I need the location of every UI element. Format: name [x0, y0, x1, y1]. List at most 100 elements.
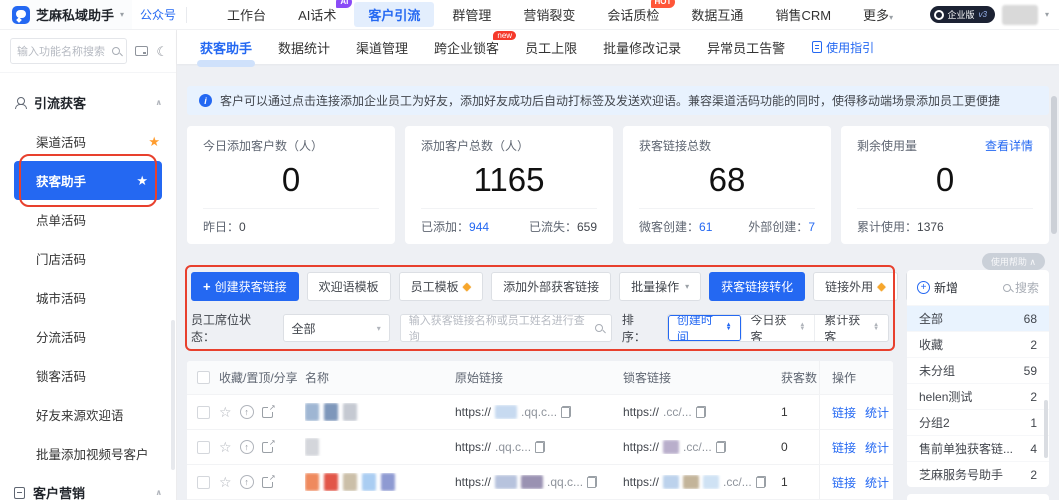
- sidebar-item-城市活码[interactable]: 城市活码: [0, 278, 176, 317]
- group-item-helen测试[interactable]: helen测试2: [907, 383, 1049, 409]
- nav-item-更多[interactable]: 更多▾: [849, 2, 907, 27]
- copy-icon[interactable]: [756, 476, 766, 488]
- action-统计[interactable]: 统计: [865, 474, 889, 491]
- top-header: 芝麻私域助手 ▾ 公众号 工作台AI话术AI客户引流群管理营销裂变会话质检HOT…: [0, 0, 1059, 30]
- tab-渠道管理[interactable]: 渠道管理: [343, 30, 421, 64]
- action-链接[interactable]: 链接: [832, 404, 856, 421]
- moon-icon[interactable]: ☾: [156, 45, 168, 58]
- action-链接[interactable]: 链接: [832, 474, 856, 491]
- 欢迎语模板-button[interactable]: 欢迎语模板: [307, 272, 391, 301]
- 添加外部获客链接-button[interactable]: 添加外部获客链接: [491, 272, 611, 301]
- pin-top-icon[interactable]: ↑: [240, 475, 254, 489]
- copy-icon[interactable]: [535, 441, 545, 453]
- sidebar-item-分流活码[interactable]: 分流活码: [0, 317, 176, 356]
- sidebar-item-批量添加视频号客户[interactable]: 批量添加视频号客户: [0, 434, 176, 473]
- share-icon[interactable]: [262, 407, 273, 418]
- sidebar-section-客户营销[interactable]: 客户营销∧: [0, 473, 176, 500]
- sidebar-item-门店活码[interactable]: 门店活码: [0, 239, 176, 278]
- tab-跨企业锁客[interactable]: 跨企业锁客new: [421, 30, 512, 64]
- sort-今日获客[interactable]: 今日获客▲▼: [742, 315, 816, 341]
- sidebar-scrollbar[interactable]: [171, 320, 175, 470]
- nav-item-客户引流[interactable]: 客户引流: [354, 2, 434, 27]
- sort-创建时间[interactable]: 创建时间▲▼: [668, 315, 742, 341]
- page-scrollbar[interactable]: [1051, 96, 1057, 234]
- group-item-售前单独获客链...[interactable]: 售前单独获客链...4: [907, 435, 1049, 461]
- nav-item-会话质检[interactable]: 会话质检HOT: [593, 2, 673, 27]
- sidebar-item-label: 批量添加视频号客户: [36, 444, 149, 463]
- sidebar-item-获客助手[interactable]: 获客助手★: [14, 161, 162, 200]
- 创建获客链接-button[interactable]: +创建获客链接: [191, 272, 299, 301]
- sidebar-section-引流获客[interactable]: 引流获客∧: [0, 83, 176, 122]
- tab-异常员工告警[interactable]: 异常员工告警: [694, 30, 798, 64]
- pin-top-icon[interactable]: ↑: [240, 405, 254, 419]
- group-item-全部[interactable]: 全部68: [907, 305, 1049, 331]
- user-avatar[interactable]: [1002, 5, 1038, 25]
- add-group-button[interactable]: + 新增: [917, 279, 958, 296]
- sidebar-item-渠道活码[interactable]: 渠道活码★: [0, 122, 176, 161]
- tab-获客助手[interactable]: 获客助手: [187, 30, 265, 64]
- nav-item-营销裂变[interactable]: 营销裂变: [509, 2, 589, 27]
- usage-guide-link[interactable]: 使用指引: [812, 39, 874, 56]
- links-table: 收藏/置顶/分享名称原始链接锁客链接获客数操作☆↑https://.qq.c..…: [187, 361, 893, 500]
- brand[interactable]: 芝麻私域助手 ▾: [10, 0, 132, 29]
- action-链接[interactable]: 链接: [832, 439, 856, 456]
- 获客链接转化-button[interactable]: 获客链接转化: [709, 272, 805, 301]
- share-icon[interactable]: [262, 477, 273, 488]
- nav-item-销售CRM[interactable]: 销售CRM: [761, 2, 845, 27]
- action-统计[interactable]: 统计: [865, 439, 889, 456]
- 批量操作-button[interactable]: 批量操作▾: [619, 272, 701, 301]
- share-icon[interactable]: [262, 442, 273, 453]
- nav-item-数据互通[interactable]: 数据互通: [677, 2, 757, 27]
- account-type-tag[interactable]: 公众号: [140, 6, 176, 23]
- 链接外用-button[interactable]: 链接外用◆: [813, 272, 897, 301]
- checkbox[interactable]: [197, 406, 210, 419]
- sort-累计获客[interactable]: 累计获客▲▼: [815, 315, 888, 341]
- chevron-down-icon[interactable]: ▾: [1045, 10, 1049, 19]
- button-label: 获客链接转化: [721, 278, 793, 295]
- 员工模板-button[interactable]: 员工模板◆: [399, 272, 483, 301]
- copy-icon[interactable]: [716, 441, 726, 453]
- view-details-link[interactable]: 查看详情: [985, 137, 1033, 154]
- link-search-input[interactable]: 输入获客链接名称或员工姓名进行查询: [400, 314, 612, 342]
- info-icon: i: [199, 94, 212, 107]
- nav-item-工作台[interactable]: 工作台: [213, 2, 280, 27]
- group-item-未分组[interactable]: 未分组59: [907, 357, 1049, 383]
- group-item-分组2[interactable]: 分组21: [907, 409, 1049, 435]
- nav-item-群管理[interactable]: 群管理: [438, 2, 505, 27]
- sort-group: 创建时间▲▼今日获客▲▼累计获客▲▼: [667, 314, 889, 342]
- favorite-star-icon[interactable]: ☆: [219, 474, 232, 491]
- divider: [186, 7, 187, 23]
- favorite-star-icon[interactable]: ☆: [219, 404, 232, 421]
- sidebar-item-好友来源欢迎语[interactable]: 好友来源欢迎语: [0, 395, 176, 434]
- help-collapse-tag[interactable]: 使用帮助 ∧: [982, 253, 1045, 270]
- group-item-芝麻服务号助手[interactable]: 芝麻服务号助手2: [907, 461, 1049, 487]
- copy-icon[interactable]: [561, 406, 571, 418]
- checkbox[interactable]: [197, 371, 210, 384]
- seat-status-select[interactable]: 全部 ▾: [283, 314, 390, 342]
- list-column: +创建获客链接欢迎语模板员工模板◆添加外部获客链接批量操作▾获客链接转化链接外用…: [187, 270, 893, 500]
- sidebar-search-input[interactable]: 输入功能名称搜索: [10, 38, 127, 64]
- sidebar-item-点单活码[interactable]: 点单活码: [0, 200, 176, 239]
- checkbox[interactable]: [197, 441, 210, 454]
- pin-top-icon[interactable]: ↑: [240, 440, 254, 454]
- nav-item-AI话术[interactable]: AI话术AI: [284, 2, 350, 27]
- sidebar-item-label: 好友来源欢迎语: [36, 405, 124, 424]
- action-统计[interactable]: 统计: [865, 404, 889, 421]
- group-panel-scrollbar[interactable]: [1044, 400, 1048, 458]
- tab-员工上限[interactable]: 员工上限: [512, 30, 590, 64]
- stat-footer: 微客创建：61外部创建：7: [639, 209, 815, 235]
- tab-批量修改记录[interactable]: 批量修改记录: [590, 30, 694, 64]
- link-search-placeholder: 输入获客链接名称或员工姓名进行查询: [409, 312, 595, 344]
- group-item-收藏[interactable]: 收藏2: [907, 331, 1049, 357]
- group-search-button[interactable]: 搜索: [1003, 279, 1039, 296]
- header-checkbox-cell: [187, 371, 219, 384]
- tab-数据统计[interactable]: 数据统计: [265, 30, 343, 64]
- copy-icon[interactable]: [587, 476, 597, 488]
- favorite-star-icon[interactable]: ☆: [219, 439, 232, 456]
- sidebar-item-锁客活码[interactable]: 锁客活码: [0, 356, 176, 395]
- banner-icon[interactable]: [135, 46, 148, 56]
- copy-icon[interactable]: [696, 406, 706, 418]
- redacted-block: [495, 405, 517, 419]
- checkbox[interactable]: [197, 476, 210, 489]
- edition-logo-icon: [934, 10, 944, 20]
